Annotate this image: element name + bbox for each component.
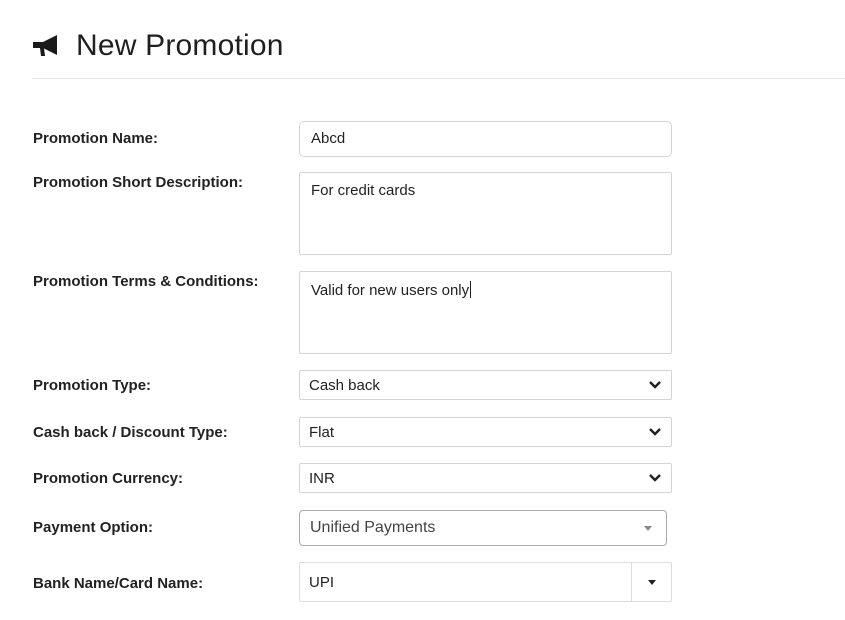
bank-card-name-label: Bank Name/Card Name: xyxy=(33,575,204,592)
terms-conditions-text: Valid for new users only xyxy=(311,282,470,299)
megaphone-icon xyxy=(32,32,62,60)
page-header: New Promotion xyxy=(32,26,284,66)
discount-type-value: Flat xyxy=(309,423,335,441)
chevron-down-icon xyxy=(649,381,661,389)
dropdown-arrow-icon xyxy=(644,525,652,531)
promotion-type-label: Promotion Type: xyxy=(33,377,152,394)
currency-label: Promotion Currency: xyxy=(33,470,184,487)
bank-card-dropdown-button[interactable] xyxy=(631,563,671,601)
bank-card-name-value: UPI xyxy=(309,573,335,591)
promotion-type-value: Cash back xyxy=(309,376,380,394)
short-description-textarea[interactable]: For credit cards xyxy=(299,172,672,255)
header-divider xyxy=(32,78,845,79)
terms-conditions-textarea[interactable]: Valid for new users only xyxy=(299,271,672,354)
discount-type-select[interactable]: Flat xyxy=(299,417,672,447)
chevron-down-icon xyxy=(649,428,661,436)
promotion-name-input[interactable]: Abcd xyxy=(299,121,672,157)
payment-option-value: Unified Payments xyxy=(310,519,436,536)
terms-conditions-label: Promotion Terms & Conditions: xyxy=(33,273,259,290)
short-description-label: Promotion Short Description: xyxy=(33,174,243,191)
chevron-down-icon xyxy=(649,474,661,482)
promotion-type-select[interactable]: Cash back xyxy=(299,370,672,400)
payment-option-label: Payment Option: xyxy=(33,519,154,536)
discount-type-label: Cash back / Discount Type: xyxy=(33,424,228,441)
currency-value: INR xyxy=(309,469,335,487)
promotion-name-label: Promotion Name: xyxy=(33,130,159,147)
caret-down-icon xyxy=(647,579,656,585)
bank-card-name-select[interactable]: UPI xyxy=(299,562,672,602)
text-cursor xyxy=(470,281,472,298)
currency-select[interactable]: INR xyxy=(299,463,672,493)
page-title: New Promotion xyxy=(76,29,284,62)
payment-option-select[interactable]: Unified Payments xyxy=(299,510,667,546)
